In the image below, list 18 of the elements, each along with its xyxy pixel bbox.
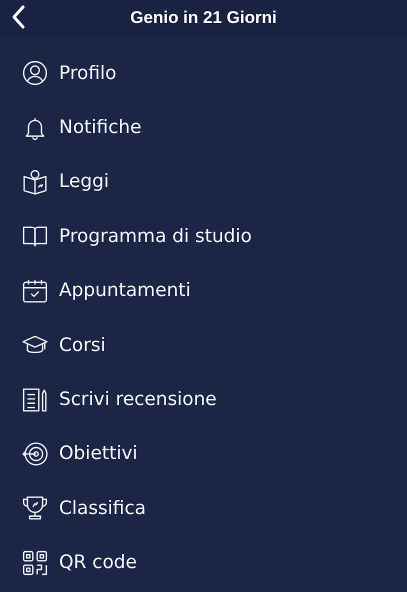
- menu-item[interactable]: Profilo: [59, 62, 116, 84]
- menu-item[interactable]: Classifica: [59, 498, 146, 519]
- menu-item[interactable]: Corsi: [59, 334, 106, 356]
- menu-item[interactable]: Programma di studio: [59, 226, 252, 247]
- menu-item[interactable]: Scrivi recensione: [59, 389, 217, 410]
- menu-item[interactable]: QR code: [59, 552, 137, 574]
- user-icon: [22, 60, 48, 86]
- qr-code-icon: [22, 550, 48, 576]
- menu-item[interactable]: Appuntamenti: [59, 280, 191, 302]
- book-icon: [22, 168, 48, 195]
- menu-item[interactable]: Obiettivi: [59, 443, 138, 464]
- document-pencil-icon: [22, 386, 48, 413]
- screen-title: Genio in 21 Giorni: [130, 8, 277, 28]
- menu-item[interactable]: Leggi: [59, 171, 109, 192]
- menu-item[interactable]: Notifiche: [59, 117, 142, 138]
- trophy-icon: [22, 495, 48, 522]
- calendar-icon: [22, 278, 48, 304]
- target-icon: [22, 440, 48, 467]
